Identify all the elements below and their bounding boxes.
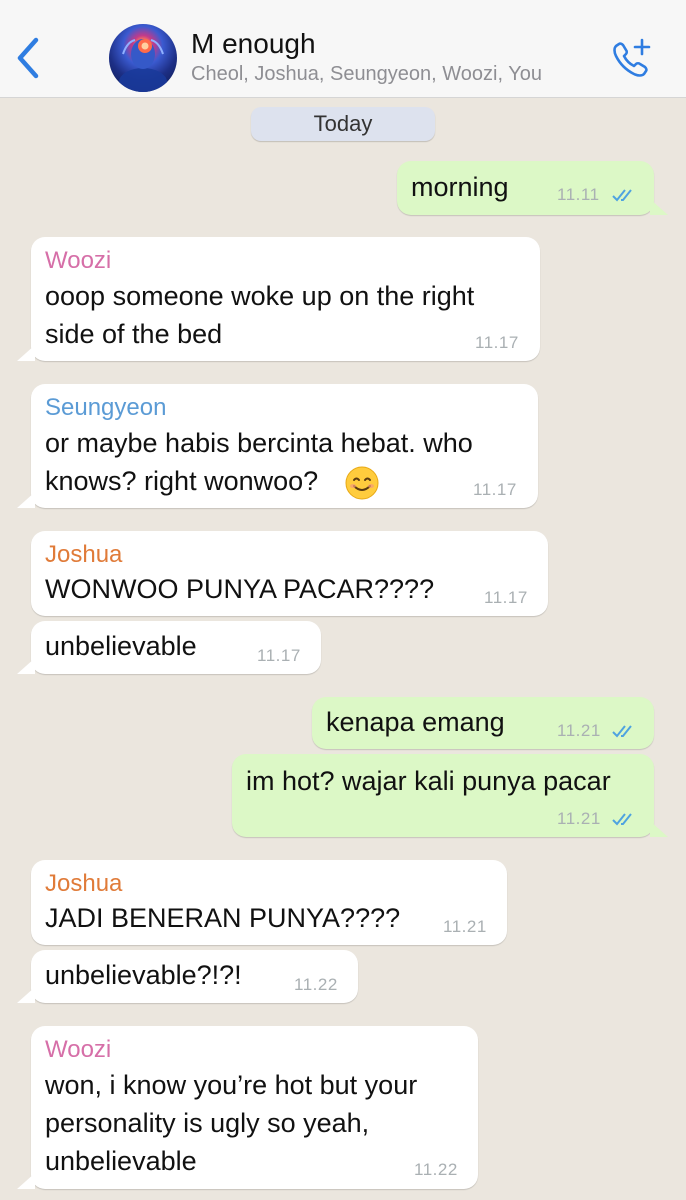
incoming-message[interactable]: unbelievable 11.17 [17, 621, 321, 674]
message-time: 11.21 [443, 917, 487, 936]
message-text-line: ooop someone woke up on the right [45, 281, 475, 311]
incoming-message[interactable]: Woozi won, i know you’re hot but your pe… [17, 1026, 478, 1189]
incoming-message[interactable]: Seungyeon or maybe habis bercinta hebat.… [17, 384, 538, 508]
message-text: kenapa emang [326, 707, 505, 737]
message-time: 11.22 [414, 1160, 458, 1179]
message-text: WONWOO PUNYA PACAR???? [45, 574, 435, 604]
group-avatar[interactable] [109, 24, 177, 92]
message-text: morning [411, 172, 509, 202]
sender-name[interactable]: Woozi [45, 1036, 111, 1064]
read-receipt-icon [612, 189, 632, 202]
message-time: 11.17 [257, 646, 301, 665]
sender-name[interactable]: Seungyeon [45, 394, 166, 422]
sender-name[interactable]: Joshua [45, 541, 122, 569]
incoming-message[interactable]: Woozi ooop someone woke up on the right … [17, 237, 540, 361]
message-time: 11.17 [475, 333, 519, 352]
outgoing-message[interactable]: morning 11.11 [397, 161, 668, 215]
chat-participants[interactable]: Cheol, Joshua, Seungyeon, Woozi, You [191, 63, 542, 86]
sender-name[interactable]: Woozi [45, 247, 111, 275]
message-time: 11.11 [557, 185, 600, 204]
message-time: 11.17 [484, 588, 528, 607]
message-text-line: personality is ugly so yeah, [45, 1108, 370, 1138]
sender-name[interactable]: Joshua [45, 870, 122, 898]
message-text-line: knows? right wonwoo? [45, 466, 319, 496]
outgoing-message[interactable]: im hot? wajar kali punya pacar 11.21 [232, 754, 668, 837]
incoming-message[interactable]: unbelievable?!?! 11.22 [17, 950, 358, 1003]
date-separator: Today [251, 107, 435, 141]
chevron-left-icon [17, 37, 39, 79]
outgoing-message[interactable]: kenapa emang 11.21 [312, 697, 654, 749]
message-text: im hot? wajar kali punya pacar [246, 766, 611, 796]
message-text-line: or maybe habis bercinta hebat. who [45, 428, 473, 458]
head-illustration-icon [119, 39, 167, 92]
message-text: unbelievable?!?! [45, 960, 242, 990]
back-button[interactable] [14, 36, 44, 80]
chat-title[interactable]: M enough [191, 28, 316, 60]
smiling-face-emoji-icon [345, 466, 379, 500]
incoming-message[interactable]: Joshua WONWOO PUNYA PACAR???? 11.17 [31, 531, 548, 616]
phone-plus-icon [613, 38, 651, 77]
message-time: 11.21 [557, 721, 601, 740]
message-time: 11.21 [557, 809, 601, 828]
incoming-message[interactable]: Joshua JADI BENERAN PUNYA???? 11.21 [31, 860, 507, 945]
message-text-line: unbelievable [45, 1146, 197, 1176]
add-call-button[interactable] [606, 36, 654, 80]
read-receipt-icon [612, 813, 632, 826]
read-receipt-icon [612, 725, 632, 738]
message-text-line: side of the bed [45, 319, 223, 349]
message-text-line: won, i know you’re hot but your [45, 1070, 418, 1100]
message-text: unbelievable [45, 631, 197, 661]
message-time: 11.22 [294, 975, 338, 994]
chat-header: M enough Cheol, Joshua, Seungyeon, Woozi… [0, 0, 686, 98]
message-time: 11.17 [473, 480, 517, 499]
message-text: JADI BENERAN PUNYA???? [45, 903, 401, 933]
